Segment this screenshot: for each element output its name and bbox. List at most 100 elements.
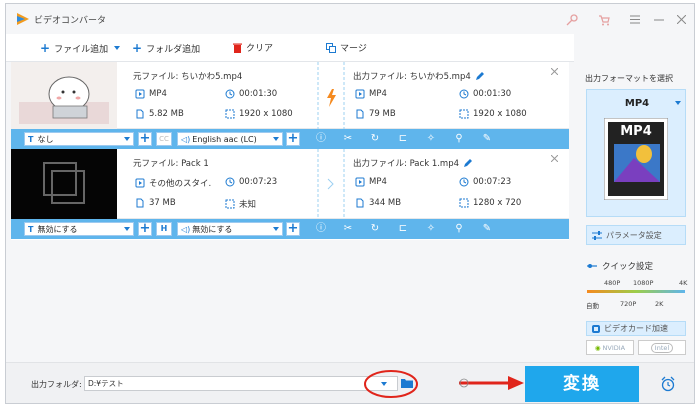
conversion-divider	[317, 62, 345, 129]
add-audio-button[interactable]: +	[286, 222, 300, 236]
text-icon: T	[28, 224, 34, 234]
audio-select[interactable]: ◁) English aac (LC)	[177, 132, 283, 146]
list-icon[interactable]	[630, 15, 640, 24]
output-duration: 00:01:30	[459, 89, 511, 99]
chevron-down-icon	[273, 227, 279, 231]
film-icon	[135, 178, 145, 188]
intel-toggle[interactable]: Intel	[638, 340, 686, 355]
output-resolution: 1920 x 1080	[459, 109, 527, 119]
effect-icon[interactable]: ✧	[424, 222, 438, 236]
output-duration: 00:07:23	[459, 177, 511, 187]
resize-icon	[225, 199, 235, 209]
scissors-icon[interactable]: ✂	[341, 222, 355, 236]
resize-icon	[459, 198, 469, 208]
edit-bar: T なし + CC ◁) English aac (LC) + ⓘ ✂ ↻ ⊏ …	[11, 129, 569, 149]
format-panel-title: 出力フォーマットを選択	[585, 74, 673, 83]
merge-button[interactable]: マージ	[326, 41, 367, 54]
scissors-icon[interactable]: ✂	[341, 132, 355, 146]
hdr-icon[interactable]: H	[156, 222, 172, 236]
file-icon	[356, 198, 364, 208]
source-resolution: 未知	[225, 198, 256, 210]
subtitle-select[interactable]: T 無効にする	[24, 222, 134, 236]
info-icon[interactable]: ⓘ	[314, 132, 328, 146]
nvidia-logo-icon: ◉	[594, 343, 601, 352]
merge-icon	[326, 42, 336, 53]
add-subtitle-button[interactable]: +	[138, 222, 152, 236]
app-logo-icon	[17, 13, 29, 25]
text-icon: T	[28, 134, 34, 144]
pencil-icon[interactable]: ✎	[480, 132, 494, 146]
close-icon[interactable]	[677, 15, 686, 24]
output-filename: 出力ファイル: ちいかわ5.mp4	[353, 70, 485, 82]
edit-icon[interactable]	[475, 71, 485, 81]
audio-select[interactable]: ◁) 無効にする	[177, 222, 283, 236]
file-row[interactable]: 元ファイル: Pack 1 その他のスタイ. 00:07:23 37 MB 未知	[11, 149, 569, 219]
video-thumbnail[interactable]	[11, 62, 117, 129]
add-audio-button[interactable]: +	[286, 132, 300, 146]
plus-icon: +	[132, 41, 143, 55]
effect-icon[interactable]: ✧	[424, 132, 438, 146]
output-folder-label: 出力フォルダ:	[31, 380, 82, 389]
edit-bar: T 無効にする + H ◁) 無効にする + ⓘ ✂ ↻ ⊏ ✧ ⚲ ✎	[11, 219, 569, 239]
key-icon[interactable]	[566, 14, 578, 26]
chevron-down-icon[interactable]	[114, 46, 121, 50]
source-format: MP4	[135, 89, 167, 99]
quality-top-labels: 480P 1080P 4K	[604, 279, 688, 287]
alarm-icon[interactable]	[660, 376, 676, 392]
close-icon[interactable]	[551, 155, 558, 162]
format-selected: MP4	[624, 98, 650, 109]
crop-icon[interactable]: ⊏	[396, 132, 410, 146]
file-row[interactable]: 元ファイル: ちいかわ5.mp4 MP4 00:01:30 5.82 MB 19…	[11, 62, 569, 129]
watermark-icon[interactable]: ⚲	[452, 132, 466, 146]
source-filename: 元ファイル: Pack 1	[133, 159, 209, 169]
rotate-icon[interactable]: ↻	[368, 222, 382, 236]
watermark-icon[interactable]: ⚲	[452, 222, 466, 236]
info-icon[interactable]: ⓘ	[314, 222, 328, 236]
output-resolution: 1280 x 720	[459, 198, 521, 208]
quality-slider[interactable]	[587, 290, 685, 293]
add-folder-button[interactable]: + フォルダ追加	[132, 41, 200, 55]
merge-label: マージ	[340, 44, 367, 54]
output-size: 79 MB	[355, 109, 396, 119]
parameter-settings-button[interactable]: パラメータ設定	[586, 225, 686, 245]
source-filename: 元ファイル: ちいかわ5.mp4	[133, 72, 243, 82]
chevron-down-icon	[273, 137, 279, 141]
edit-icon[interactable]	[463, 158, 473, 168]
clock-icon	[225, 89, 235, 99]
highlight-circle	[364, 370, 418, 398]
gpu-acceleration-header: ビデオカード加速	[586, 321, 686, 336]
quality-bottom-labels: 自動 720P 2K	[586, 300, 664, 310]
sliders-icon	[592, 230, 602, 240]
close-icon[interactable]	[551, 68, 558, 75]
source-format: その他のスタイ.	[135, 177, 211, 189]
bottom-bar: 出力フォルダ: D:¥テスト 変換	[6, 362, 694, 403]
speaker-icon: ◁)	[181, 134, 191, 144]
output-format: MP4	[355, 89, 387, 99]
app-title: ビデオコンバータ	[34, 16, 107, 26]
arrow-right-icon	[459, 376, 524, 390]
cc-icon[interactable]: CC	[156, 132, 172, 146]
source-size: 5.82 MB	[135, 109, 184, 119]
pencil-icon[interactable]: ✎	[480, 222, 494, 236]
format-selector[interactable]: MP4 MP4	[586, 89, 686, 217]
video-thumbnail[interactable]	[11, 149, 117, 219]
file-icon	[136, 109, 144, 119]
chevron-down-icon	[124, 137, 130, 141]
nvidia-toggle[interactable]: ◉ NVIDIA	[586, 340, 634, 355]
add-subtitle-button[interactable]: +	[138, 132, 152, 146]
cart-icon[interactable]	[598, 14, 610, 26]
file-list: 元ファイル: ちいかわ5.mp4 MP4 00:01:30 5.82 MB 19…	[11, 62, 569, 240]
add-file-label: ファイル追加	[54, 44, 109, 55]
rotate-icon[interactable]: ↻	[368, 132, 382, 146]
trash-icon	[233, 43, 242, 53]
film-icon	[355, 89, 365, 99]
crop-icon[interactable]: ⊏	[396, 222, 410, 236]
minimize-icon[interactable]	[654, 19, 664, 21]
slider-icon	[587, 264, 597, 268]
clear-button[interactable]: クリア	[233, 41, 273, 54]
output-folder-input[interactable]: D:¥テスト	[84, 376, 398, 391]
subtitle-select[interactable]: T なし	[24, 132, 134, 146]
convert-button[interactable]: 変換	[525, 366, 639, 402]
add-file-button[interactable]: + ファイル追加	[40, 41, 121, 55]
chevron-down-icon[interactable]	[675, 101, 681, 105]
